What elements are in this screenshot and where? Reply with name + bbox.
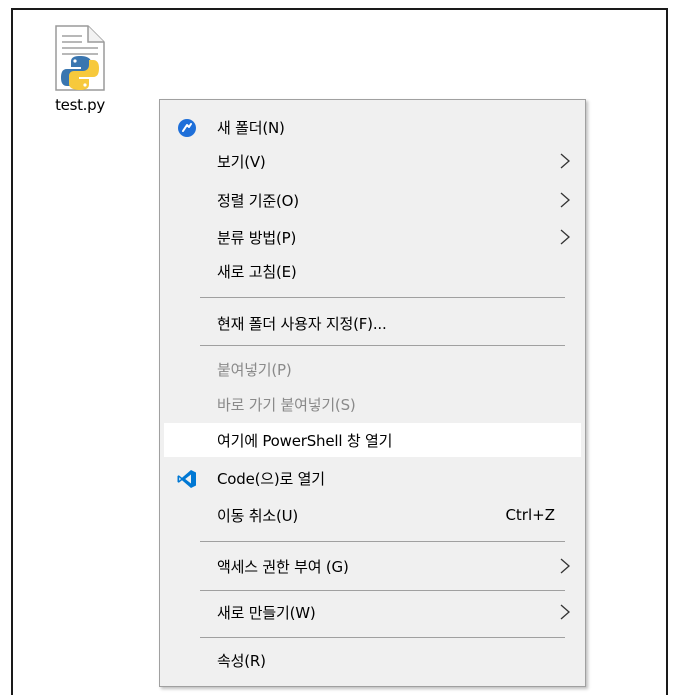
- menu-item-label: 바로 가기 붙여넣기(S): [217, 395, 356, 414]
- chevron-right-icon: [560, 192, 570, 208]
- chevron-right-icon: [560, 153, 570, 169]
- chevron-right-icon: [560, 558, 570, 574]
- menu-item-paste-shortcut[interactable]: 바로 가기 붙여넣기(S): [164, 387, 581, 421]
- menu-separator: [200, 590, 565, 591]
- menu-item-new-folder[interactable]: 새 폴더(N): [164, 110, 581, 144]
- menu-separator: [200, 541, 565, 542]
- menu-item-label: 분류 방법(P): [217, 228, 297, 247]
- menu-item-label: 붙여넣기(P): [217, 360, 292, 379]
- menu-item-label: 새로 만들기(W): [217, 603, 316, 622]
- menu-item-label: 속성(R): [217, 651, 266, 670]
- menu-item-sort-by[interactable]: 정렬 기준(O): [164, 183, 581, 217]
- menu-item-view[interactable]: 보기(V): [164, 144, 581, 178]
- menu-item-label: 이동 취소(U): [217, 506, 299, 525]
- menu-item-label: 액세스 권한 부여 (G): [217, 557, 349, 576]
- menu-separator: [200, 297, 565, 298]
- file-name-label: test.py: [55, 96, 105, 114]
- menu-separator: [200, 345, 565, 346]
- menu-item-refresh[interactable]: 새로 고침(E): [164, 254, 581, 288]
- chevron-right-icon: [560, 604, 570, 620]
- menu-item-customize-folder[interactable]: 현재 폴더 사용자 지정(F)...: [164, 306, 581, 340]
- file-test-py[interactable]: test.py: [45, 24, 115, 132]
- vscode-icon: [176, 468, 198, 490]
- menu-item-label: 여기에 PowerShell 창 열기: [217, 431, 393, 450]
- menu-item-undo-move[interactable]: 이동 취소(U) Ctrl+Z: [164, 498, 581, 532]
- menu-item-open-powershell[interactable]: 여기에 PowerShell 창 열기: [164, 423, 581, 457]
- menu-item-label: 정렬 기준(O): [217, 191, 299, 210]
- shortcut-label: Ctrl+Z: [505, 506, 555, 524]
- menu-item-properties[interactable]: 속성(R): [164, 643, 581, 677]
- python-file-icon: [55, 25, 105, 91]
- new-folder-icon: [176, 117, 198, 139]
- menu-item-give-access[interactable]: 액세스 권한 부여 (G): [164, 549, 581, 583]
- menu-item-group-by[interactable]: 분류 방법(P): [164, 220, 581, 254]
- menu-item-paste[interactable]: 붙여넣기(P): [164, 352, 581, 386]
- menu-item-label: 보기(V): [217, 152, 266, 171]
- menu-item-label: 새로 고침(E): [217, 262, 297, 281]
- menu-item-label: 현재 폴더 사용자 지정(F)...: [217, 314, 387, 333]
- menu-item-label: Code(으)로 열기: [217, 469, 325, 488]
- menu-item-open-with-code[interactable]: Code(으)로 열기: [164, 461, 581, 495]
- menu-separator: [200, 637, 565, 638]
- menu-item-new[interactable]: 새로 만들기(W): [164, 595, 581, 629]
- chevron-right-icon: [560, 229, 570, 245]
- context-menu: 새 폴더(N) 보기(V) 정렬 기준(O) 분류 방법(P) 새로 고침(E)…: [159, 99, 586, 687]
- menu-item-label: 새 폴더(N): [217, 118, 285, 137]
